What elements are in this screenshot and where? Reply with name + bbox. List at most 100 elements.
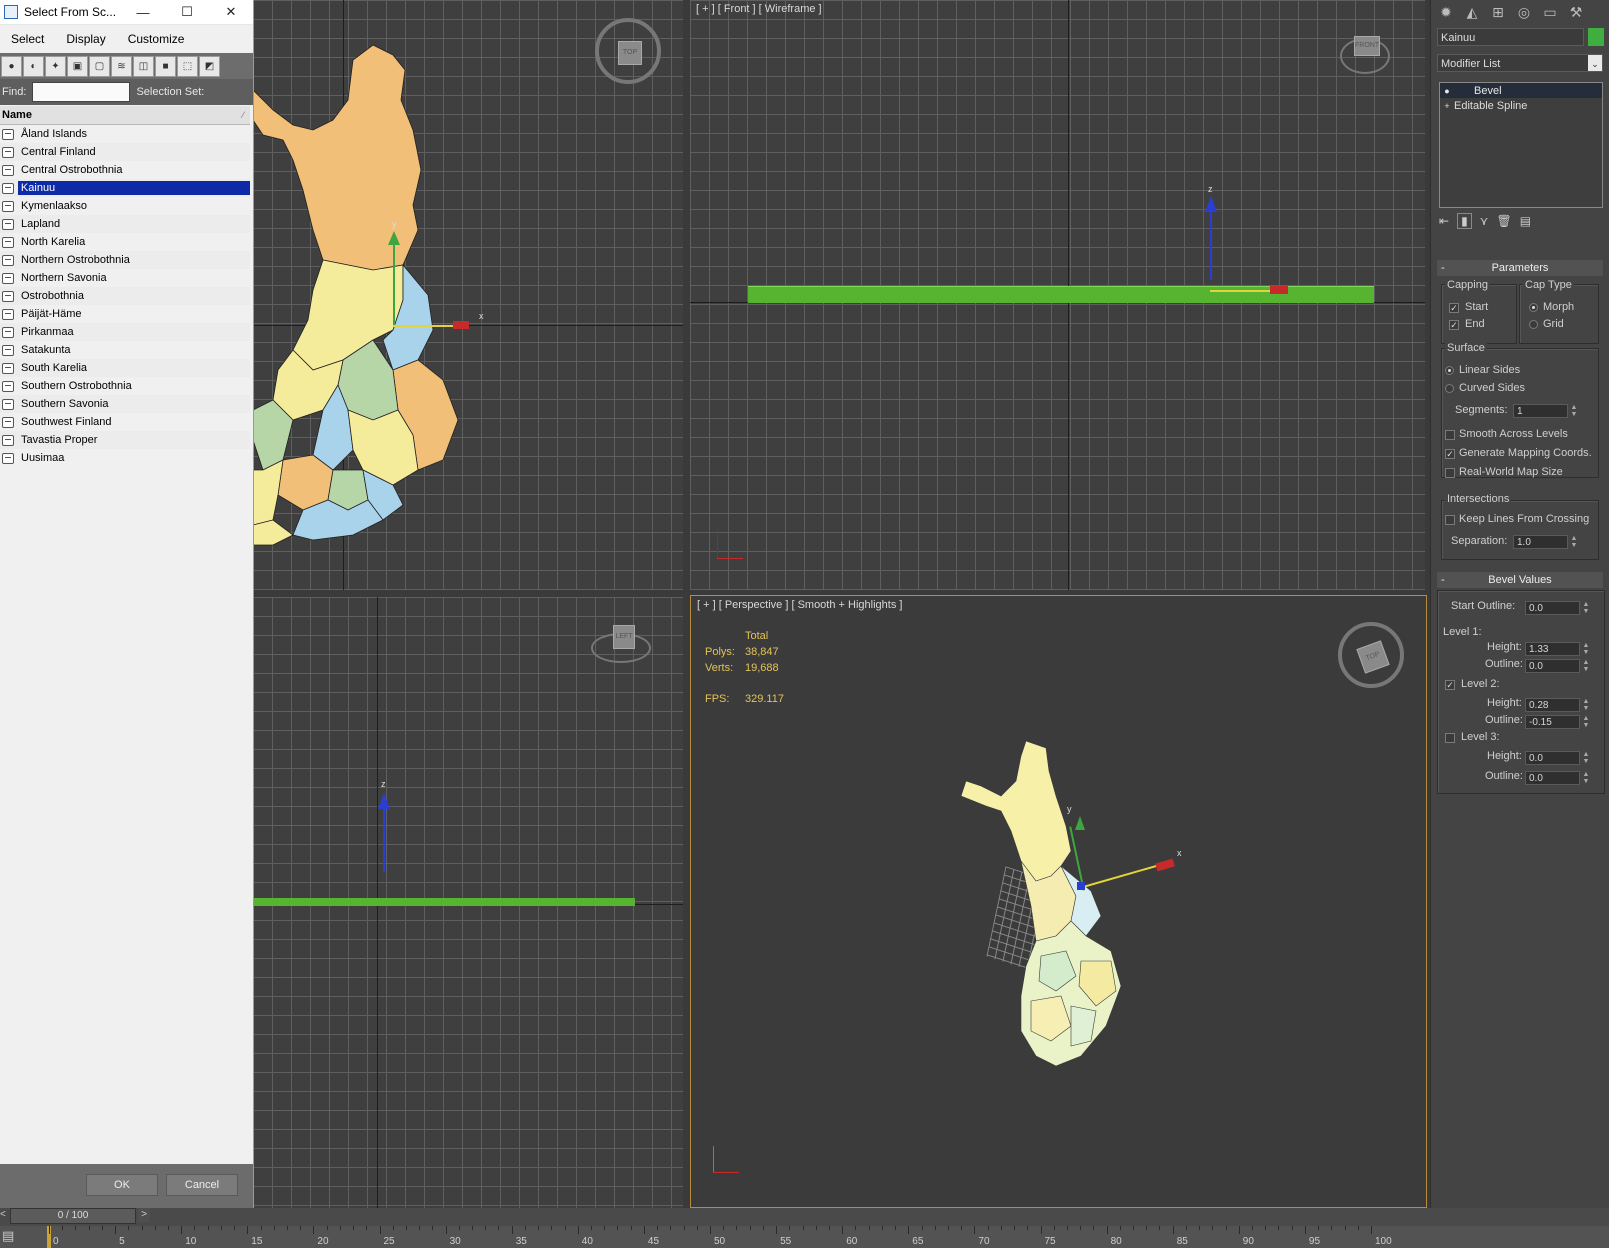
viewcube-top[interactable]: TOP bbox=[595, 18, 661, 84]
modifier-list-dropdown[interactable]: Modifier List ⌄ bbox=[1437, 54, 1603, 72]
spinner-arrows-icon[interactable]: ▲ ▼ bbox=[1570, 535, 1578, 549]
list-item[interactable]: Uusimaa bbox=[0, 449, 250, 467]
lightbulb-icon[interactable]: ● bbox=[1440, 86, 1454, 96]
display-bones-icon[interactable]: ⬚ bbox=[177, 55, 198, 77]
display-tab-icon[interactable]: ▭ bbox=[1539, 2, 1561, 22]
morph-radio[interactable] bbox=[1529, 303, 1538, 312]
list-item[interactable]: Central Ostrobothnia bbox=[0, 161, 250, 179]
remove-modifier-icon[interactable]: 🗑 bbox=[1496, 214, 1511, 228]
list-item[interactable]: Ostrobothnia bbox=[0, 287, 250, 305]
parameters-rollout-header[interactable]: - Parameters bbox=[1437, 260, 1603, 276]
viewport-front[interactable]: [ + ] [ Front ] [ Wireframe ] z FRONT bbox=[690, 0, 1425, 590]
viewport-left[interactable]: z LEFT bbox=[253, 597, 683, 1208]
finland-map-perspective[interactable] bbox=[961, 736, 1171, 1086]
utilities-tab-icon[interactable]: ⚒ bbox=[1565, 2, 1587, 22]
smooth-across-levels-checkbox[interactable] bbox=[1445, 430, 1455, 440]
list-item[interactable]: Southwest Finland bbox=[0, 413, 250, 431]
modify-tab-icon[interactable]: ◭ bbox=[1461, 2, 1483, 22]
viewcube-front[interactable]: FRONT bbox=[1340, 36, 1390, 74]
list-item[interactable]: Northern Ostrobothnia bbox=[0, 251, 250, 269]
configure-sets-icon[interactable]: ▤ bbox=[1520, 214, 1531, 228]
viewport-front-label[interactable]: [ + ] [ Front ] [ Wireframe ] bbox=[696, 3, 822, 15]
linear-sides-radio[interactable] bbox=[1445, 366, 1454, 375]
minimize-icon[interactable]: — bbox=[121, 0, 165, 24]
pin-stack-icon[interactable]: ⇤ bbox=[1439, 214, 1449, 228]
spinner-arrows-icon[interactable]: ▲ ▼ bbox=[1570, 404, 1578, 418]
cancel-button[interactable]: Cancel bbox=[166, 1174, 238, 1196]
display-shapes-icon[interactable]: ◐ bbox=[23, 55, 44, 77]
prev-frame-icon[interactable]: < bbox=[0, 1208, 10, 1222]
name-column-header[interactable]: Name ⁄ bbox=[0, 106, 250, 125]
list-item[interactable]: Satakunta bbox=[0, 341, 250, 359]
region-satakunta[interactable] bbox=[253, 459, 284, 526]
hierarchy-tab-icon[interactable]: ⊞ bbox=[1487, 2, 1509, 22]
chevron-down-icon[interactable]: ⌄ bbox=[1588, 55, 1602, 71]
transform-gizmo[interactable]: z bbox=[1205, 184, 1325, 300]
selected-object-left[interactable] bbox=[253, 898, 635, 906]
list-item[interactable]: South Karelia bbox=[0, 359, 250, 377]
list-item[interactable]: Lapland bbox=[0, 215, 250, 233]
viewport-top[interactable]: y x TOP bbox=[253, 0, 683, 590]
list-item[interactable]: Päijät-Häme bbox=[0, 305, 250, 323]
real-world-map-checkbox[interactable] bbox=[1445, 468, 1455, 478]
list-item[interactable]: North Karelia bbox=[0, 233, 250, 251]
display-cameras-icon[interactable]: ▣ bbox=[67, 55, 88, 77]
list-item[interactable]: Central Finland bbox=[0, 143, 250, 161]
stack-item-bevel[interactable]: ● Bevel bbox=[1440, 83, 1602, 98]
curved-sides-radio[interactable] bbox=[1445, 384, 1454, 393]
list-item[interactable]: Kainuu bbox=[0, 179, 250, 197]
object-color-swatch[interactable] bbox=[1588, 28, 1604, 46]
viewcube-face[interactable]: LEFT bbox=[613, 625, 635, 649]
bevel-values-rollout-header[interactable]: - Bevel Values bbox=[1437, 572, 1603, 588]
display-geometry-icon[interactable]: ● bbox=[1, 55, 22, 77]
modifier-stack[interactable]: ● Bevel + Editable Spline bbox=[1439, 82, 1603, 208]
viewport-perspective[interactable]: [ + ] [ Perspective ] [ Smooth + Highlig… bbox=[690, 595, 1427, 1208]
list-item[interactable]: Tavastia Proper bbox=[0, 431, 250, 449]
display-lights-icon[interactable]: ✦ bbox=[45, 55, 66, 77]
list-item[interactable]: Northern Savonia bbox=[0, 269, 250, 287]
close-icon[interactable]: ✕ bbox=[209, 0, 253, 24]
sort-icon[interactable]: ⁄ bbox=[240, 106, 244, 124]
list-item[interactable]: Kymenlaakso bbox=[0, 197, 250, 215]
list-item[interactable]: Southern Savonia bbox=[0, 395, 250, 413]
transform-gizmo[interactable]: y x bbox=[1051, 804, 1191, 896]
list-item[interactable]: Pirkanmaa bbox=[0, 323, 250, 341]
cap-end-checkbox[interactable]: ✓ bbox=[1449, 320, 1459, 330]
stack-item-editable-spline[interactable]: + Editable Spline bbox=[1440, 98, 1602, 113]
display-helpers-icon[interactable]: ▢ bbox=[89, 55, 110, 77]
grid-radio[interactable] bbox=[1529, 320, 1538, 329]
display-containers-icon[interactable]: ◩ bbox=[199, 55, 220, 77]
expand-icon[interactable]: + bbox=[1440, 101, 1454, 111]
keep-lines-checkbox[interactable] bbox=[1445, 515, 1455, 525]
region-southwest-finland[interactable] bbox=[253, 519, 294, 546]
create-tab-icon[interactable]: ✹ bbox=[1435, 2, 1457, 22]
list-item[interactable]: Åland Islands bbox=[0, 125, 250, 143]
motion-tab-icon[interactable]: ◎ bbox=[1513, 2, 1535, 22]
menu-display[interactable]: Display bbox=[55, 32, 116, 46]
cap-start-checkbox[interactable]: ✓ bbox=[1449, 303, 1459, 313]
viewport-perspective-label[interactable]: [ + ] [ Perspective ] [ Smooth + Highlig… bbox=[697, 599, 902, 611]
viewcube-face[interactable]: TOP bbox=[618, 41, 642, 65]
viewcube-face[interactable]: TOP bbox=[1356, 640, 1390, 674]
dialog-titlebar[interactable]: Select From Sc... — ☐ ✕ bbox=[0, 0, 253, 25]
timeline-track[interactable]: ▤ 0 5 10 15 20 25 30 35 40 45 50 55 60 65 70 75 80 85 90 95… bbox=[0, 1226, 1609, 1248]
display-xrefs-icon[interactable]: ■ bbox=[155, 55, 176, 77]
display-spacewarps-icon[interactable]: ≋ bbox=[111, 55, 132, 77]
viewcube-left[interactable]: LEFT bbox=[591, 625, 651, 663]
scene-object-list[interactable]: Åland Islands Central Finland Central Ostr… bbox=[0, 125, 250, 467]
list-item[interactable]: Southern Ostrobothnia bbox=[0, 377, 250, 395]
maximize-icon[interactable]: ☐ bbox=[165, 0, 209, 24]
find-input[interactable] bbox=[32, 82, 131, 102]
segments-spinner[interactable]: 1 bbox=[1513, 404, 1568, 418]
generate-mapping-checkbox[interactable]: ✓ bbox=[1445, 449, 1455, 459]
region-northern-ostrobothnia[interactable] bbox=[292, 259, 404, 371]
display-groups-icon[interactable]: ◫ bbox=[133, 55, 154, 77]
menu-select[interactable]: Select bbox=[0, 32, 55, 46]
separation-spinner[interactable]: 1.0 bbox=[1513, 535, 1568, 549]
next-frame-icon[interactable]: > bbox=[138, 1208, 150, 1222]
mini-curve-editor-icon[interactable]: ▤ bbox=[2, 1228, 14, 1244]
transform-gizmo[interactable]: z bbox=[353, 779, 403, 887]
time-slider[interactable]: 0 / 100 bbox=[10, 1208, 136, 1224]
transform-gizmo[interactable]: y x bbox=[388, 219, 493, 335]
object-name-field[interactable]: Kainuu bbox=[1437, 28, 1584, 46]
